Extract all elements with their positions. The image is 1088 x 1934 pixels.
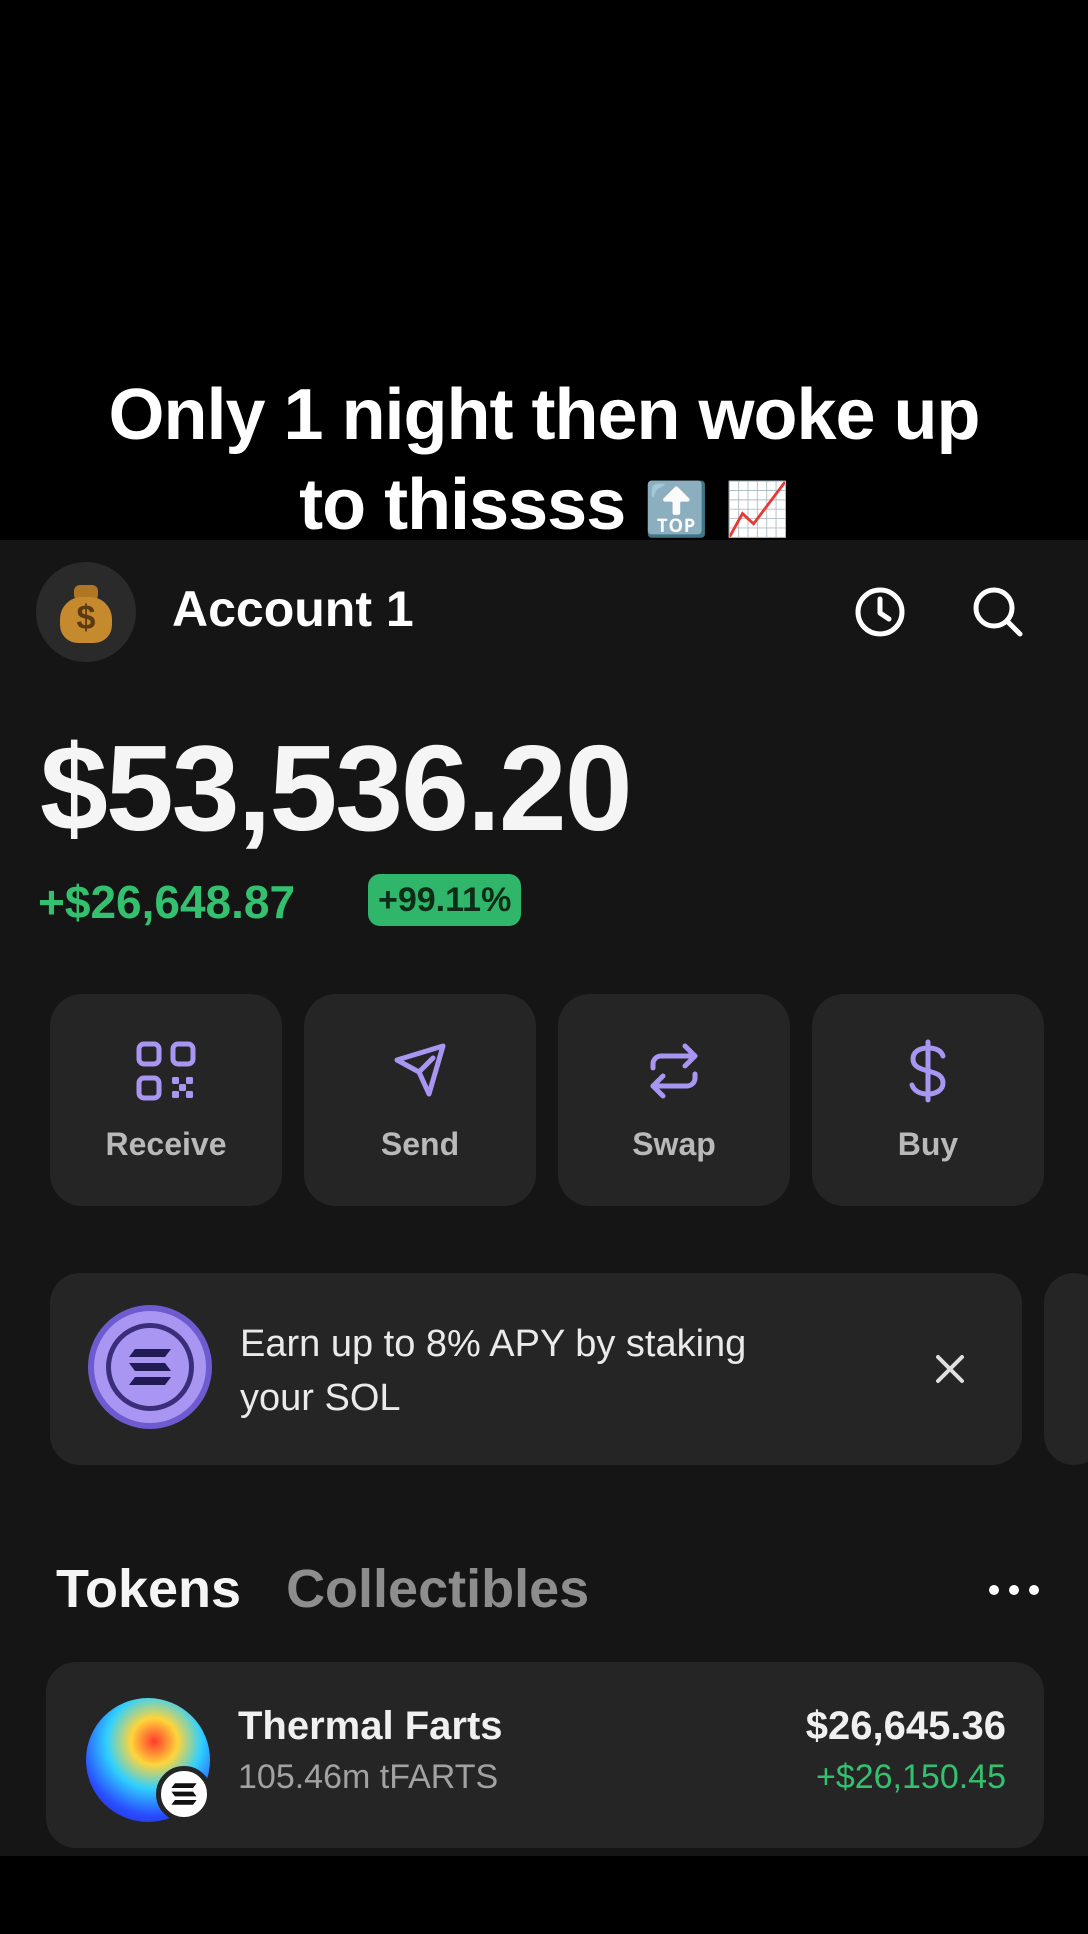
total-balance: $53,536.20 [40,720,633,856]
token-name: Thermal Farts [238,1704,503,1748]
token-row[interactable]: Thermal Farts 105.46m tFARTS $26,645.36 … [46,1662,1044,1848]
swap-arrows-icon [650,1043,698,1099]
dollar-icon [909,1039,946,1103]
token-value: $26,645.36 [805,1704,1006,1748]
receive-button[interactable]: Receive [50,994,282,1206]
swap-label: Swap [632,1126,716,1162]
swap-button[interactable]: Swap [558,994,790,1206]
money-bag-symbol: $ [76,599,96,637]
send-button[interactable]: Send [304,994,536,1206]
buy-label: Buy [897,1126,959,1162]
balance-change-percent-badge: +99.11% [368,874,522,926]
token-amount: 105.46m tFARTS [238,1758,499,1796]
next-banner-card[interactable] [1044,1273,1088,1465]
balance-change: +$26,648.87 [38,876,296,928]
caption-line-2-text: to thissss [299,465,626,545]
solana-icon [88,1305,212,1429]
send-label: Send [380,1126,460,1162]
caption-line-1: Only 1 night then woke up [108,375,980,455]
buy-button[interactable]: Buy [812,994,1044,1206]
account-header: $ Account 1 [36,562,1046,662]
solana-chain-icon [156,1766,212,1822]
caption-emoji: 🔝 📈 [644,479,790,540]
account-name[interactable]: Account 1 [172,580,414,638]
staking-promo-text: Earn up to 8% APY by staking your SOL [240,1323,747,1419]
more-icon[interactable] [986,1578,1042,1602]
video-caption: Only 1 night then woke up to thissss 🔝 📈 [0,370,1088,555]
money-bag-icon: $ [58,581,114,643]
receive-label: Receive [105,1126,227,1162]
asset-tabs: Tokens Collectibles [56,1558,589,1620]
staking-promo-banner[interactable]: Earn up to 8% APY by staking your SOL [50,1273,1022,1465]
clock-icon[interactable] [850,582,910,642]
tab-collectibles[interactable]: Collectibles [286,1559,589,1619]
wallet-screen: $ Account 1 $53,536.20 +$26,648.87 +99.1… [0,540,1088,1856]
account-avatar[interactable]: $ [36,562,136,662]
token-change: +$26,150.45 [815,1758,1006,1796]
tab-tokens[interactable]: Tokens [56,1559,241,1619]
paper-plane-icon [394,1043,446,1097]
qr-code-icon [136,1041,196,1101]
search-icon[interactable] [968,582,1028,642]
action-buttons: Receive Send Swap Buy [50,994,1044,1206]
close-icon[interactable] [922,1341,978,1397]
